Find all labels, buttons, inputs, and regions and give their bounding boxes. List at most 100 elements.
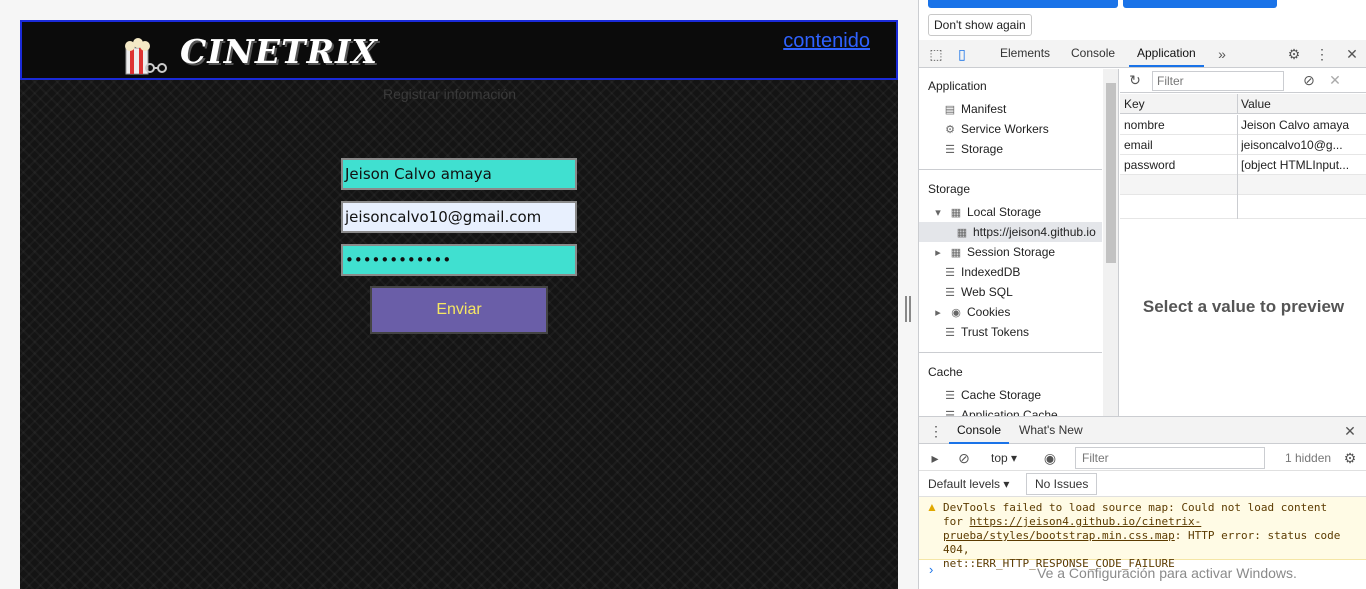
tab-elements[interactable]: Elements xyxy=(1000,40,1050,67)
gear-icon[interactable]: ⚙ xyxy=(1285,45,1303,63)
levels-dropdown[interactable]: Default levels ▾ xyxy=(928,471,1009,498)
site-logo-text: CINETRIX xyxy=(180,32,379,71)
divider xyxy=(919,169,1102,170)
sidebar-item-cookies[interactable]: ▸ ◉ Cookies xyxy=(931,302,1010,322)
table-row-empty[interactable] xyxy=(1120,175,1366,195)
sidebar-item-label: Cookies xyxy=(967,305,1011,319)
sidebar-toggle-icon[interactable]: ▸ xyxy=(926,449,944,467)
context-label: top xyxy=(991,451,1008,465)
row-value: [object HTMLInput... xyxy=(1241,158,1350,172)
chevron-down-icon[interactable]: ▾ xyxy=(931,203,945,223)
grid-icon: ▦ xyxy=(950,207,962,219)
sidebar-scrollbar[interactable] xyxy=(1103,69,1118,416)
table-row-empty[interactable] xyxy=(1120,195,1366,219)
cookie-icon: ◉ xyxy=(951,307,961,319)
console-prompt-icon[interactable]: › xyxy=(929,562,933,577)
sidebar-item-application-cache[interactable]: ☰ Application Cache xyxy=(943,405,1058,416)
sidebar-item-local-storage[interactable]: ▾ ▦ Local Storage xyxy=(931,202,1041,222)
clear-all-icon[interactable]: ⊘ xyxy=(1300,71,1318,89)
kebab-menu-icon[interactable]: ⋮ xyxy=(927,422,945,440)
devtools-resize-handle[interactable] xyxy=(904,296,914,322)
eye-icon[interactable]: ◉ xyxy=(1041,449,1059,467)
email-input[interactable]: jeisoncalvo10@gmail.com xyxy=(341,201,577,233)
page-viewport: CINETRIX contenido Registrar información… xyxy=(0,0,918,589)
database-icon: ☰ xyxy=(945,287,955,299)
source-map-link[interactable]: https://jeison4.github.io/cinetrix-prueb… xyxy=(943,515,1201,542)
sidebar-item-label: Local Storage xyxy=(967,205,1042,219)
tab-console[interactable]: Console xyxy=(1071,40,1115,67)
levels-label: Default levels xyxy=(928,477,1001,491)
sidebar-item-label: Trust Tokens xyxy=(961,325,1030,339)
close-icon[interactable]: ✕ xyxy=(1343,45,1361,63)
sidebar-item-label: Service Workers xyxy=(961,122,1049,136)
database-icon: ☰ xyxy=(945,410,955,416)
popcorn-logo-icon xyxy=(125,38,167,75)
name-input[interactable]: Jeison Calvo amaya xyxy=(341,158,577,190)
column-header-value[interactable]: Value xyxy=(1241,94,1365,114)
tab-application[interactable]: Application xyxy=(1129,40,1204,67)
sidebar-item-manifest[interactable]: ▤ Manifest xyxy=(943,99,1007,119)
sidebar-item-session-storage[interactable]: ▸ ▦ Session Storage xyxy=(931,242,1055,262)
console-warning-message: ▲ DevTools failed to load source map: Co… xyxy=(919,497,1366,570)
sidebar-item-label: https://jeison4.github.io xyxy=(973,225,1096,239)
grid-icon: ▦ xyxy=(950,247,962,259)
sidebar-item-trust-tokens[interactable]: ☰ Trust Tokens xyxy=(943,322,1029,342)
context-selector[interactable]: top ▾ xyxy=(991,445,1017,472)
row-value: jeisoncalvo10@g... xyxy=(1241,138,1343,152)
column-header-key[interactable]: Key xyxy=(1124,94,1234,114)
kebab-menu-icon[interactable]: ⋮ xyxy=(1313,45,1331,63)
chevron-right-icon[interactable]: ▸ xyxy=(931,303,945,323)
preview-placeholder: Select a value to preview xyxy=(1142,297,1345,316)
row-value: Jeison Calvo amaya xyxy=(1241,118,1350,132)
row-key: email xyxy=(1124,138,1153,152)
delete-selected-icon[interactable]: ✕ xyxy=(1326,71,1344,89)
kv-toolbar: ↻ Filter ⊘ ✕ xyxy=(1120,69,1366,93)
divider xyxy=(919,352,1102,353)
inspect-element-icon[interactable]: ⬚ xyxy=(927,45,945,63)
database-icon: ☰ xyxy=(945,144,955,156)
warning-text: DevTools failed to load source map: Coul… xyxy=(943,501,1347,571)
database-icon: ☰ xyxy=(945,267,955,279)
kv-filter-input[interactable]: Filter xyxy=(1152,71,1284,91)
chevron-right-icon[interactable]: ▸ xyxy=(931,243,945,263)
sidebar-item-label: Application Cache xyxy=(961,408,1058,416)
section-title-storage: Storage xyxy=(928,182,971,196)
issues-button[interactable]: No Issues xyxy=(1026,473,1098,495)
sidebar-item-label: Storage xyxy=(961,142,1004,156)
site-header: CINETRIX contenido xyxy=(20,20,898,80)
application-sidebar: Application ▤ Manifest ⚙ Service Workers ☰… xyxy=(919,69,1119,416)
sidebar-item-cache-storage[interactable]: ☰ Cache Storage xyxy=(943,385,1041,405)
sidebar-item-label: IndexedDB xyxy=(961,265,1021,279)
password-input[interactable]: •••••••••••• xyxy=(341,244,577,276)
database-icon: ☰ xyxy=(945,327,955,339)
sidebar-item-indexeddb[interactable]: ☰ IndexedDB xyxy=(943,262,1020,282)
form-subtitle: Registrar información xyxy=(383,86,517,102)
sidebar-item-web-sql[interactable]: ☰ Web SQL xyxy=(943,282,1013,302)
submit-button[interactable]: Enviar xyxy=(370,286,548,334)
sidebar-item-origin[interactable]: ▦ https://jeison4.github.io xyxy=(955,222,1096,242)
contenido-link[interactable]: contenido xyxy=(783,30,870,53)
drawer-tabbar: ⋮ Console What's New ✕ xyxy=(919,416,1366,444)
drawer-tab-whats-new[interactable]: What's New xyxy=(1019,417,1083,444)
device-toolbar-icon[interactable]: ▯ xyxy=(953,45,971,63)
console-filter-input[interactable]: Filter xyxy=(1075,447,1265,469)
warning-icon: ▲ xyxy=(926,500,938,514)
more-tabs-icon[interactable]: » xyxy=(1213,45,1231,63)
banner-action-button[interactable] xyxy=(928,0,1118,8)
close-icon[interactable]: ✕ xyxy=(1341,422,1359,440)
refresh-icon[interactable]: ↻ xyxy=(1126,71,1144,89)
banner-action-button[interactable] xyxy=(1123,0,1277,8)
sidebar-item-label: Cache Storage xyxy=(961,388,1042,402)
dont-show-again-button[interactable]: Don't show again xyxy=(928,14,1032,36)
sidebar-item-storage[interactable]: ☰ Storage xyxy=(943,139,1003,159)
sidebar-item-service-workers[interactable]: ⚙ Service Workers xyxy=(943,119,1049,139)
table-row[interactable]: email jeisoncalvo10@g... xyxy=(1120,135,1366,155)
drawer-tab-console[interactable]: Console xyxy=(949,417,1010,444)
console-levels-bar: Default levels ▾ No Issues xyxy=(919,471,1366,497)
clear-console-icon[interactable]: ⊘ xyxy=(955,449,973,467)
row-key: password xyxy=(1124,158,1176,172)
table-row[interactable]: password [object HTMLInput... xyxy=(1120,155,1366,175)
gear-icon[interactable]: ⚙ xyxy=(1341,449,1359,467)
scrollbar-thumb[interactable] xyxy=(1106,83,1116,263)
table-row[interactable]: nombre Jeison Calvo amaya xyxy=(1120,115,1366,135)
